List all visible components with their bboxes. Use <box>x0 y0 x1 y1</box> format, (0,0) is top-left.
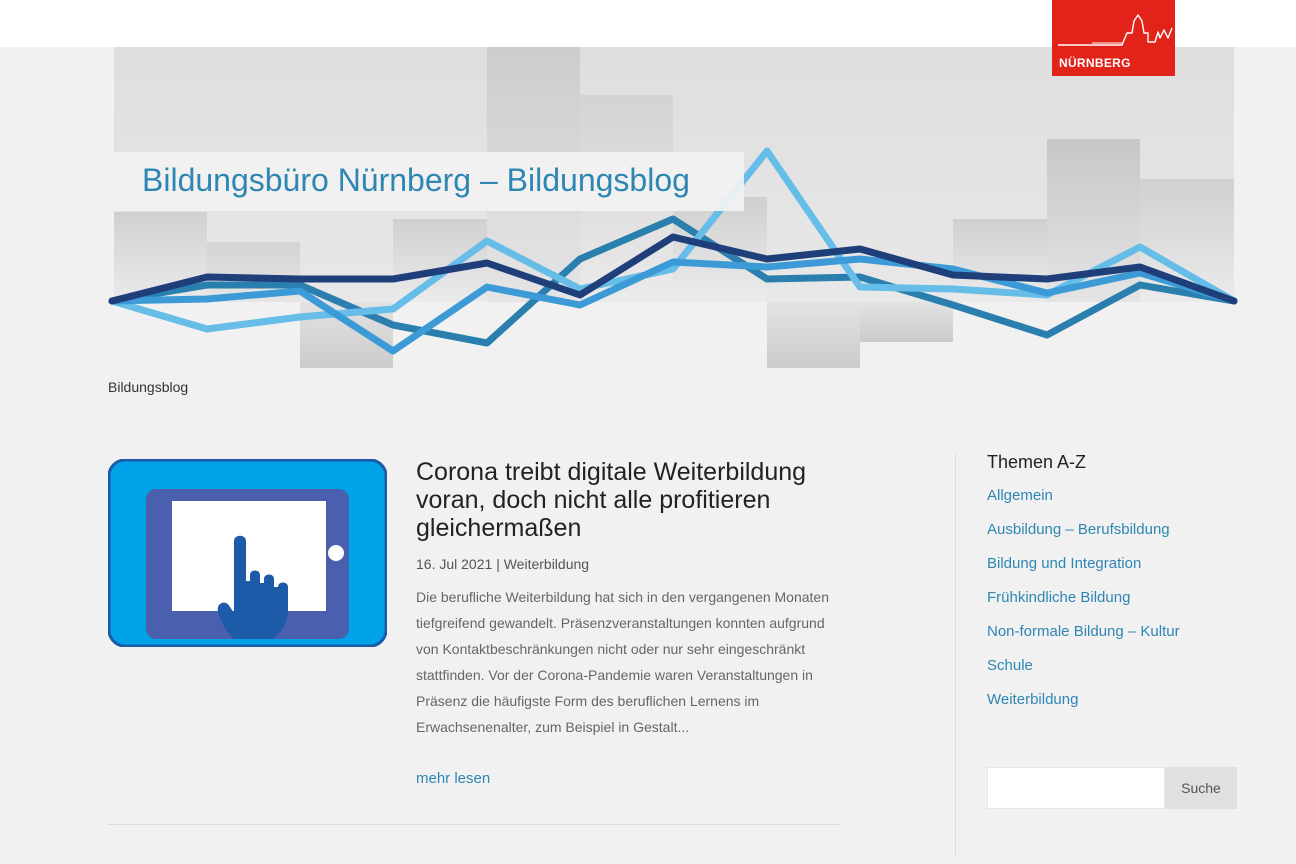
read-more-link[interactable]: mehr lesen <box>416 770 490 787</box>
topic-item: Frühkindliche Bildung <box>987 586 1180 620</box>
logo-text: NÜRNBERG <box>1059 56 1131 70</box>
post-date: 16. Jul 2021 <box>416 556 493 572</box>
sidebar-title: Themen A-Z <box>987 452 1087 472</box>
topic-item: Allgemein <box>987 484 1180 518</box>
topic-item: Ausbildung – Berufsbildung <box>987 518 1180 552</box>
tablet-touch-icon <box>107 458 388 648</box>
topic-link-integration[interactable]: Bildung und Integration <box>987 555 1141 572</box>
topic-item: Bildung und Integration <box>987 552 1180 586</box>
topic-item: Non-formale Bildung – Kultur <box>987 620 1180 654</box>
search-button[interactable]: Suche <box>1165 767 1237 809</box>
topic-item: Weiterbildung <box>987 688 1180 722</box>
topic-link-non-formal[interactable]: Non-formale Bildung – Kultur <box>987 623 1180 640</box>
meta-separator: | <box>496 556 500 572</box>
topic-link-fruehkindlich[interactable]: Frühkindliche Bildung <box>987 589 1130 606</box>
topic-item: Schule <box>987 654 1180 688</box>
post-category-link[interactable]: Weiterbildung <box>504 556 589 572</box>
topic-link-allgemein[interactable]: Allgemein <box>987 487 1053 504</box>
search-input[interactable] <box>987 767 1165 809</box>
post-meta: 16. Jul 2021 | Weiterbildung <box>416 556 589 572</box>
blog-title-box: Bildungsbüro Nürnberg – Bildungsblog <box>114 152 744 211</box>
sidebar-divider <box>955 454 956 856</box>
post-title[interactable]: Corona treibt digitale Weiterbildung vor… <box>416 458 856 542</box>
nuernberg-logo[interactable]: NÜRNBERG <box>1052 0 1175 76</box>
post-divider <box>108 824 841 825</box>
blog-title[interactable]: Bildungsbüro Nürnberg – Bildungsblog <box>142 162 690 199</box>
topic-link-weiterbildung[interactable]: Weiterbildung <box>987 691 1078 708</box>
topic-list: Allgemein Ausbildung – Berufsbildung Bil… <box>987 484 1180 722</box>
post-excerpt: Die berufliche Weiterbildung hat sich in… <box>416 589 830 735</box>
post-thumbnail[interactable] <box>107 458 388 648</box>
topic-link-ausbildung[interactable]: Ausbildung – Berufsbildung <box>987 521 1170 538</box>
breadcrumb: Bildungsblog <box>108 379 189 395</box>
topic-link-schule[interactable]: Schule <box>987 657 1033 674</box>
